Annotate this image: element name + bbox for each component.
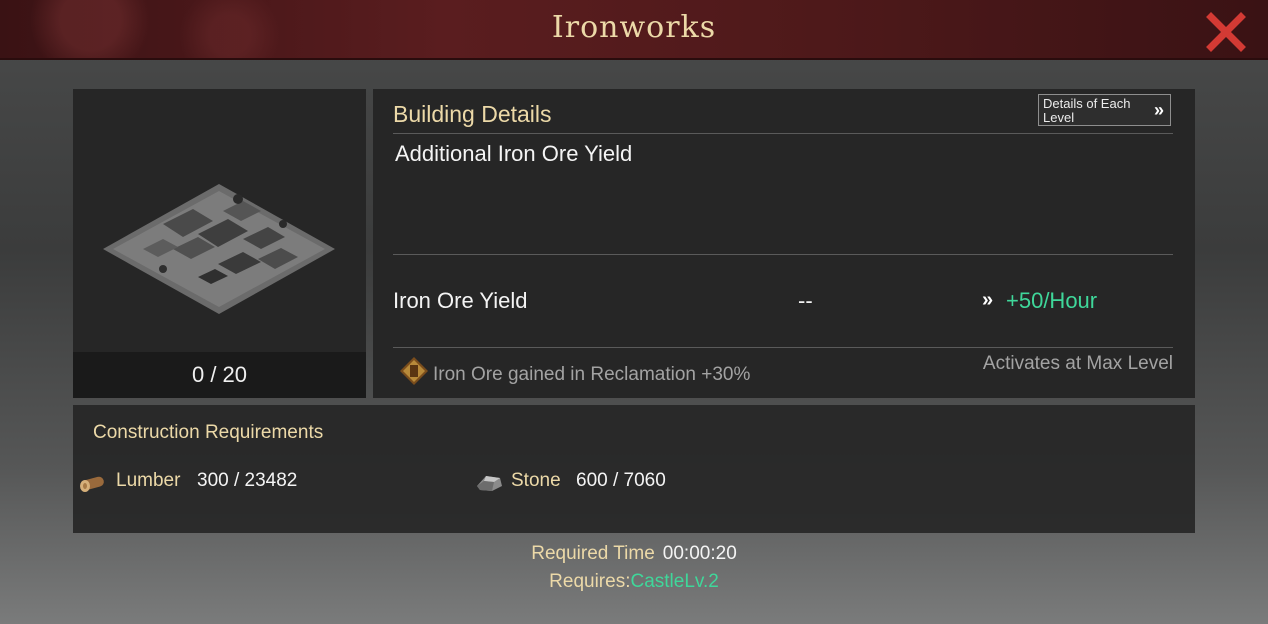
divider [393, 254, 1173, 255]
required-time-value: 00:00:20 [662, 543, 737, 564]
details-title: Building Details [393, 101, 552, 127]
details-each-level-button[interactable]: Details of Each Level » [1038, 94, 1171, 126]
reclamation-bonus-icon [399, 356, 429, 386]
required-time-label: Required Time [531, 543, 655, 564]
construction-requirements-panel: Construction Requirements Lumber 300 / 2… [73, 405, 1195, 533]
resource-stone: Stone 600 / 7060 [474, 470, 774, 496]
double-chevron-right-icon: » [1153, 100, 1164, 120]
prerequisite-label: Requires: [549, 571, 631, 592]
lumber-icon [79, 470, 109, 494]
stat-next-value: +50/Hour [1006, 288, 1098, 313]
prerequisite: Requires:CastleLv.2 [0, 571, 1268, 593]
building-image [103, 169, 336, 319]
divider [393, 133, 1173, 134]
building-details-panel: Building Details Details of Each Level »… [373, 89, 1195, 398]
prerequisite-value[interactable]: CastleLv.2 [630, 571, 718, 592]
resource-lumber: Lumber 300 / 23482 [79, 470, 379, 496]
window-title: Ironworks [551, 10, 717, 45]
building-preview-panel: 0 / 20 [73, 89, 366, 398]
resource-name: Lumber [116, 470, 181, 491]
close-icon [1206, 12, 1246, 52]
stat-label: Iron Ore Yield [393, 288, 528, 313]
divider [393, 347, 1173, 348]
details-each-level-label: Details of Each Level [1043, 96, 1131, 125]
building-level: 0 / 20 [73, 352, 366, 398]
requirements-title: Construction Requirements [93, 422, 324, 443]
close-button[interactable] [1205, 11, 1247, 53]
reclamation-bonus-text: Iron Ore gained in Reclamation +30% [433, 364, 751, 385]
bonus-condition: Activates at Max Level [982, 353, 1173, 374]
title-bar: Ironworks [0, 0, 1268, 60]
resource-name: Stone [511, 470, 561, 491]
double-chevron-right-icon: » [982, 289, 994, 311]
stone-icon [474, 470, 504, 494]
resource-value: 600 / 7060 [576, 470, 666, 491]
stat-current-value: -- [798, 288, 813, 313]
building-description: Additional Iron Ore Yield [395, 141, 633, 166]
resource-value: 300 / 23482 [197, 470, 298, 491]
required-time: Required Time 00:00:20 [0, 543, 1268, 565]
